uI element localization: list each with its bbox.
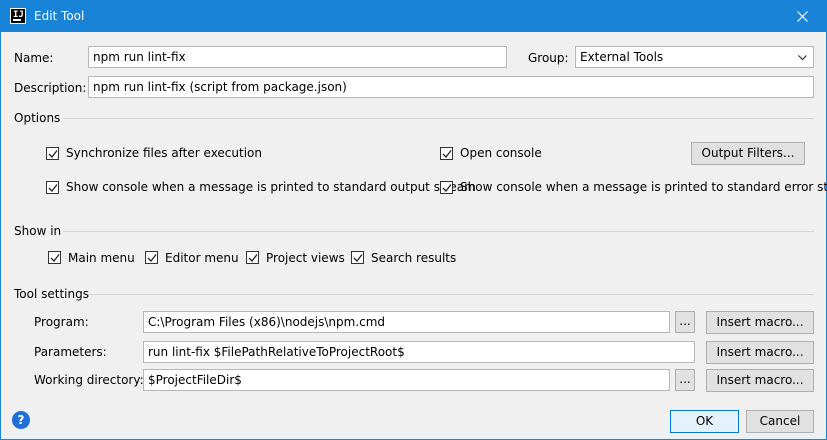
- show-console-stderr-label[interactable]: Show console when a message is printed t…: [460, 180, 827, 194]
- show-console-stderr-checkbox[interactable]: [440, 181, 453, 194]
- checkmark-icon: [248, 254, 258, 262]
- tool-settings-heading: Tool settings: [14, 287, 89, 301]
- search-results-checkbox[interactable]: [351, 251, 364, 264]
- checkmark-icon: [442, 184, 452, 192]
- description-label: Description:: [14, 81, 87, 95]
- name-input[interactable]: npm run lint-fix: [88, 46, 507, 68]
- edit-tool-dialog: IJ Edit Tool Name: npm run lint-fix Grou…: [0, 0, 827, 440]
- parameters-input[interactable]: run lint-fix $FilePathRelativeToProjectR…: [143, 341, 695, 363]
- help-icon[interactable]: ?: [12, 411, 30, 429]
- name-label: Name:: [14, 51, 54, 65]
- show-console-stdout-label[interactable]: Show console when a message is printed t…: [66, 180, 476, 194]
- show-in-heading: Show in: [14, 224, 62, 238]
- working-directory-insert-macro-button[interactable]: Insert macro...: [706, 369, 814, 392]
- search-results-label[interactable]: Search results: [371, 251, 456, 265]
- checkmark-icon: [353, 254, 363, 262]
- checkmark-icon: [48, 150, 58, 158]
- ok-button[interactable]: OK: [670, 410, 739, 433]
- show-console-stdout-checkbox[interactable]: [46, 181, 59, 194]
- options-heading: Options: [14, 111, 61, 125]
- tool-settings-divider: [88, 294, 814, 295]
- output-filters-button[interactable]: Output Filters...: [691, 142, 805, 165]
- parameters-insert-macro-button[interactable]: Insert macro...: [706, 341, 814, 364]
- group-select[interactable]: External Tools: [575, 46, 814, 68]
- intellij-icon: IJ: [10, 8, 26, 24]
- open-console-label[interactable]: Open console: [460, 146, 542, 160]
- title-bar[interactable]: IJ Edit Tool: [1, 1, 826, 32]
- program-label: Program:: [34, 315, 89, 329]
- working-directory-browse-button[interactable]: ...: [675, 369, 695, 391]
- close-icon: [797, 11, 808, 22]
- window-title: Edit Tool: [34, 9, 85, 23]
- checkmark-icon: [442, 150, 452, 158]
- project-views-label[interactable]: Project views: [266, 251, 345, 265]
- parameters-label: Parameters:: [34, 345, 107, 359]
- program-input[interactable]: C:\Program Files (x86)\nodejs\npm.cmd: [143, 311, 670, 333]
- options-divider: [63, 118, 814, 119]
- main-menu-label[interactable]: Main menu: [68, 251, 135, 265]
- cancel-button[interactable]: Cancel: [746, 410, 814, 433]
- group-select-value: External Tools: [580, 50, 664, 64]
- checkmark-icon: [48, 184, 58, 192]
- editor-menu-label[interactable]: Editor menu: [165, 251, 239, 265]
- chevron-down-icon: [798, 55, 807, 61]
- description-input[interactable]: npm run lint-fix (script from package.js…: [88, 76, 814, 98]
- editor-menu-checkbox[interactable]: [145, 251, 158, 264]
- close-button[interactable]: [780, 1, 826, 32]
- sync-files-label[interactable]: Synchronize files after execution: [66, 146, 262, 160]
- working-directory-input[interactable]: $ProjectFileDir$: [143, 369, 670, 391]
- working-directory-label: Working directory:: [34, 373, 144, 387]
- program-browse-button[interactable]: ...: [675, 311, 695, 333]
- main-menu-checkbox[interactable]: [48, 251, 61, 264]
- group-label: Group:: [528, 51, 569, 65]
- sync-files-checkbox[interactable]: [46, 147, 59, 160]
- show-in-divider: [63, 231, 814, 232]
- project-views-checkbox[interactable]: [246, 251, 259, 264]
- open-console-checkbox[interactable]: [440, 147, 453, 160]
- checkmark-icon: [50, 254, 60, 262]
- checkmark-icon: [147, 254, 157, 262]
- program-insert-macro-button[interactable]: Insert macro...: [706, 311, 814, 334]
